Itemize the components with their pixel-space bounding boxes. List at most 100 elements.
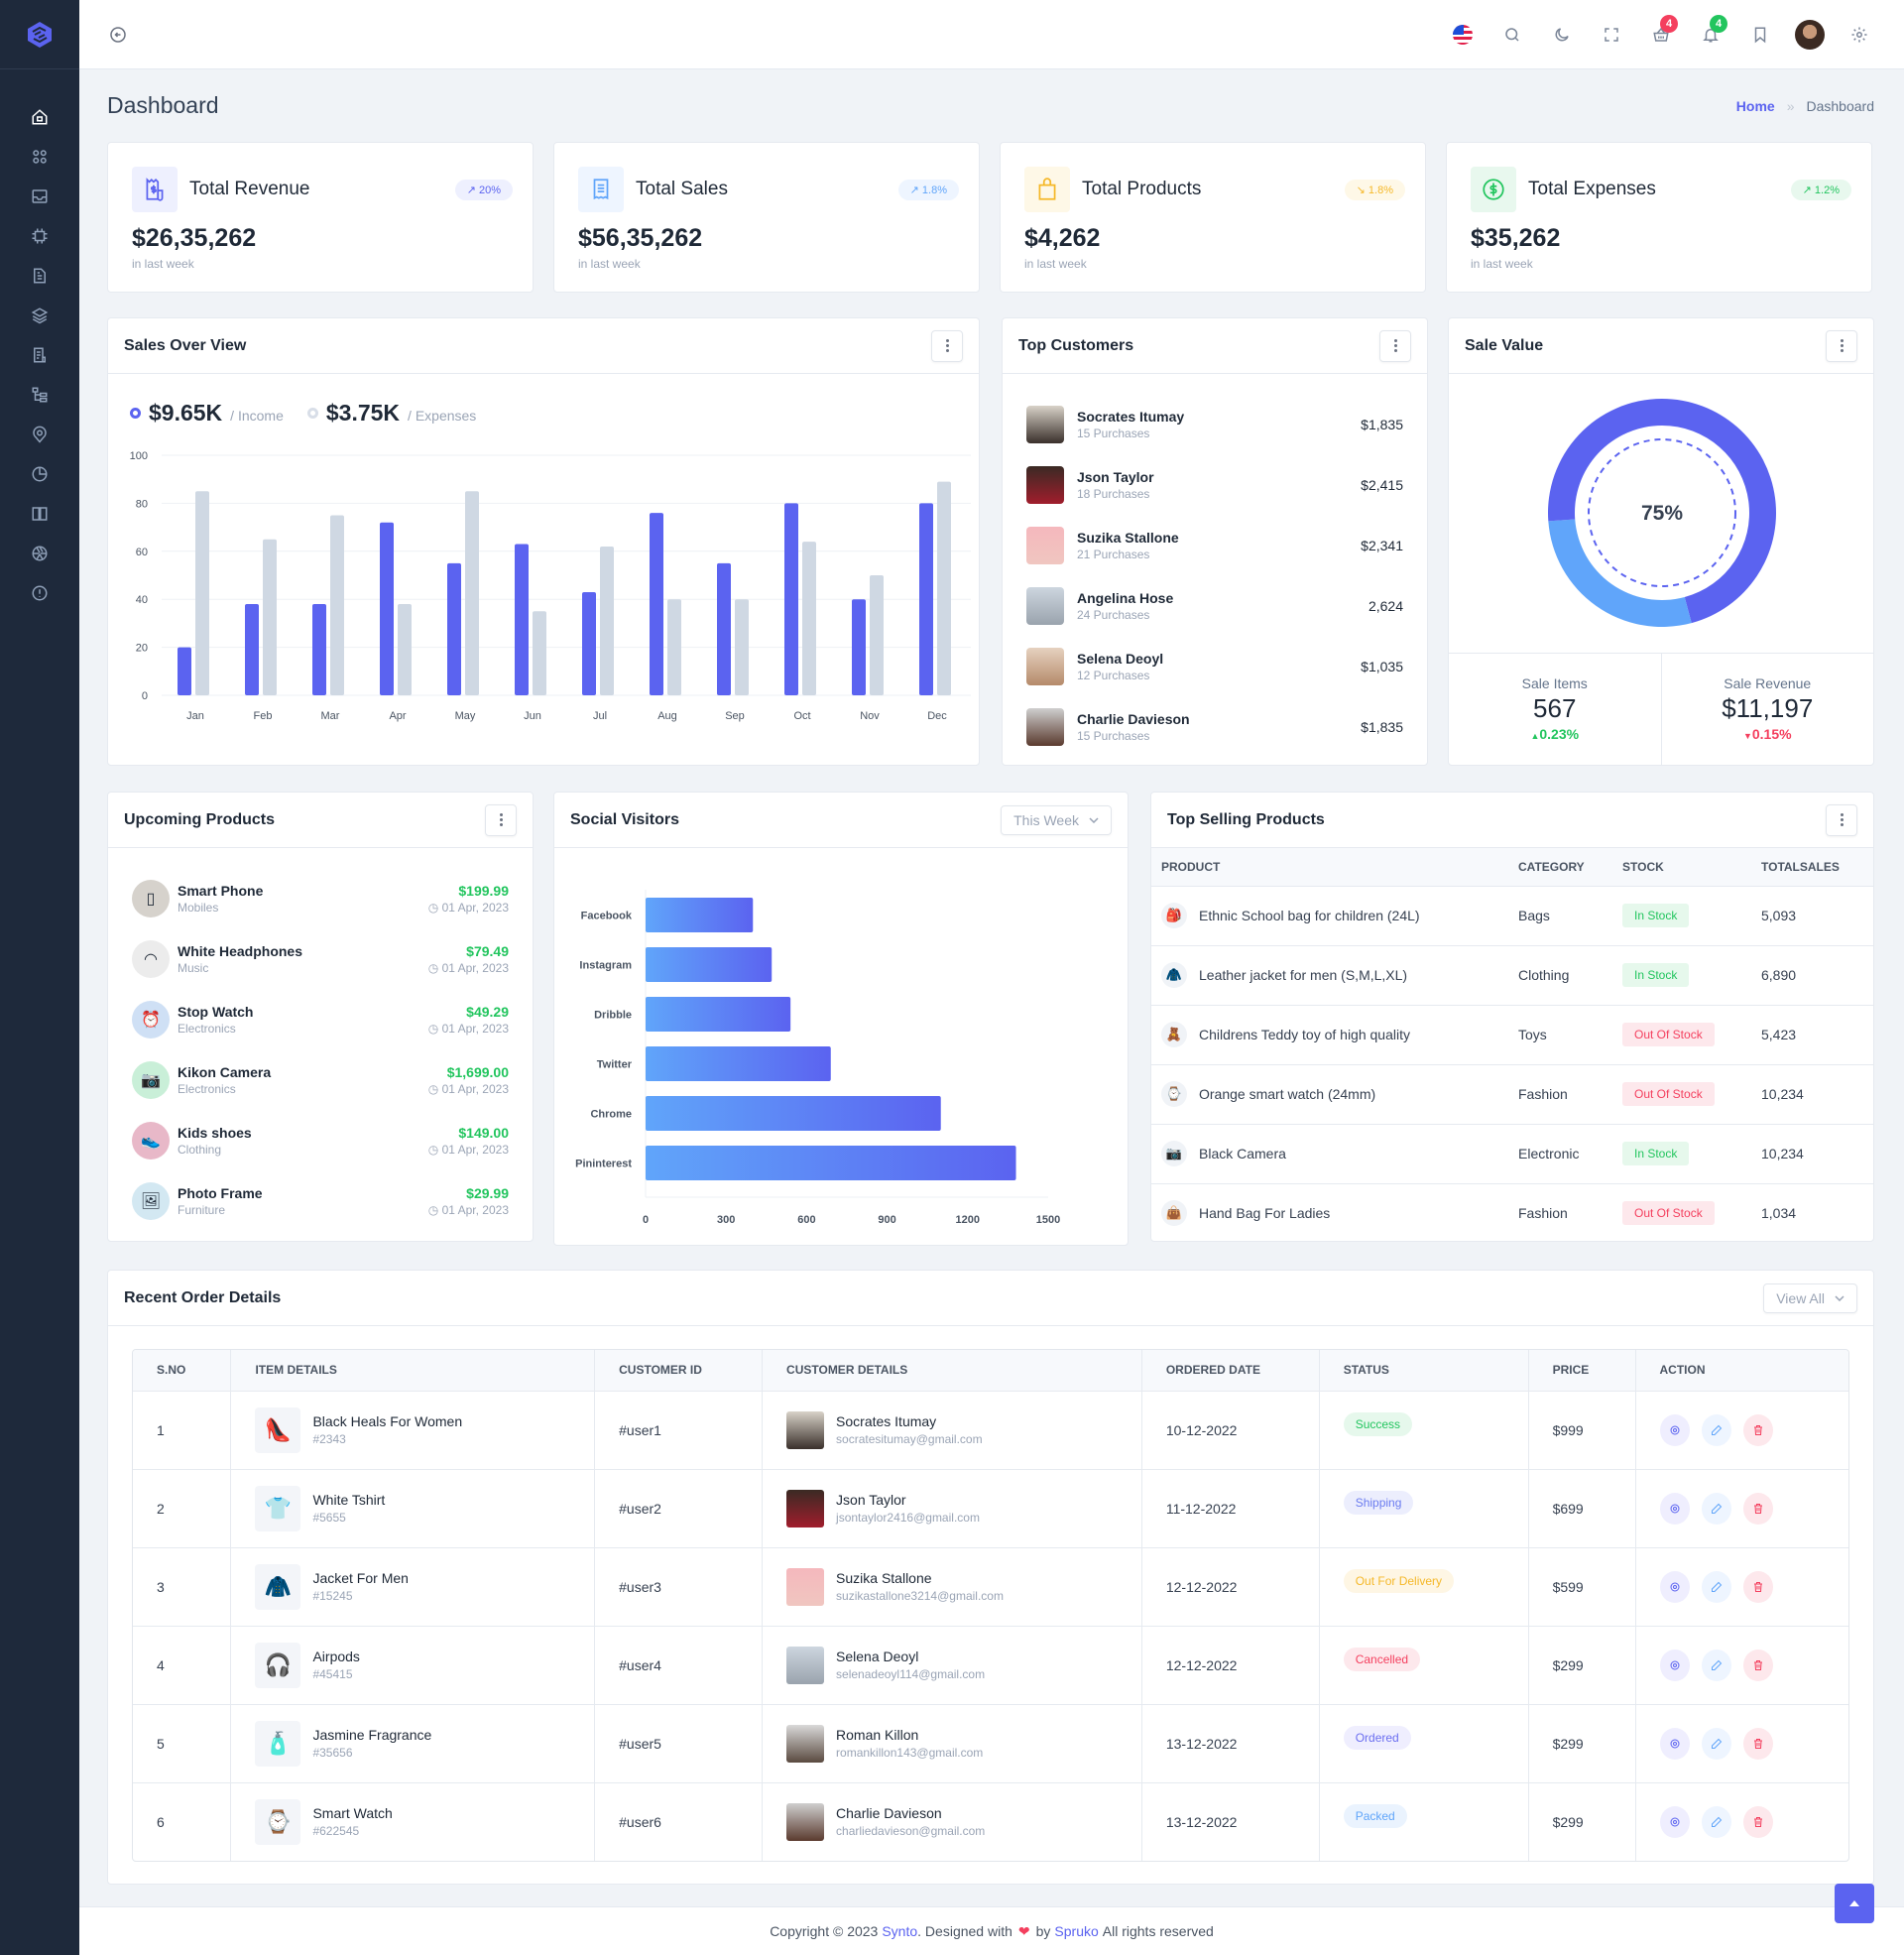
delete-button[interactable] xyxy=(1742,1805,1773,1838)
more-options-button[interactable] xyxy=(1826,329,1857,362)
x-tick-label: Jul xyxy=(593,710,607,722)
delete-button[interactable] xyxy=(1742,1570,1773,1603)
company-link[interactable]: Spruko xyxy=(1054,1923,1098,1939)
upcoming-product-item[interactable]: 👟 Kids shoes Clothing $149.00 ◷ 01 Apr, 2023 xyxy=(132,1110,509,1170)
view-button[interactable] xyxy=(1659,1413,1690,1446)
edit-button[interactable] xyxy=(1701,1649,1731,1681)
sidebar-item-layers[interactable] xyxy=(20,298,60,337)
sidebar-item-pie-chart[interactable] xyxy=(20,456,60,496)
period-dropdown[interactable]: This Week xyxy=(1001,804,1112,835)
stat-change-badge: ↘ 1.8% xyxy=(1344,179,1405,200)
customer-id[interactable]: #user2 xyxy=(594,1469,764,1548)
y-tick-label: 40 xyxy=(136,594,148,606)
view-button[interactable] xyxy=(1659,1727,1690,1760)
recent-orders-card: Recent Order Details View All S.NO ITEM D… xyxy=(107,1270,1874,1885)
customer-item[interactable]: Angelina Hose 24 Purchases 2,624 xyxy=(1026,575,1403,636)
customer-item[interactable]: Charlie Davieson 15 Purchases $1,835 xyxy=(1026,696,1403,757)
sidebar-item-hierarchy[interactable] xyxy=(20,377,60,417)
brand-link[interactable]: Synto xyxy=(882,1923,917,1939)
stat-label: Total Products xyxy=(1082,179,1202,199)
donut-segment-sale-revenue xyxy=(1548,519,1692,627)
edit-button[interactable] xyxy=(1701,1413,1731,1446)
price: $599 xyxy=(1528,1547,1636,1627)
customer-item[interactable]: Socrates Itumay 15 Purchases $1,835 xyxy=(1026,394,1403,454)
sidebar-item-alert-circle[interactable] xyxy=(20,575,60,615)
upcoming-product-item[interactable]: ▯ Smart Phone Mobiles $199.99 ◷ 01 Apr, 2023 xyxy=(132,868,509,928)
sidebar-toggle-button[interactable] xyxy=(104,21,132,49)
view-button[interactable] xyxy=(1659,1570,1690,1603)
sidebar-item-file[interactable] xyxy=(20,258,60,298)
total-sales: 5,093 xyxy=(1751,886,1873,946)
upcoming-product-item[interactable]: 🖼 Photo Frame Furniture $29.99 ◷ 01 Apr, 202… xyxy=(132,1170,509,1231)
customer-id[interactable]: #user4 xyxy=(594,1626,764,1705)
sidebar-item-chip[interactable] xyxy=(20,218,60,258)
upcoming-product-item[interactable]: ◠ White Headphones Music $79.49 ◷ 01 Apr, 20… xyxy=(132,928,509,989)
table-row[interactable]: 📷 Black Camera Electronic In Stock 10,234 xyxy=(1151,1124,1873,1184)
customer-item[interactable]: Suzika Stallone 21 Purchases $2,341 xyxy=(1026,515,1403,575)
sidebar-item-book[interactable] xyxy=(20,496,60,536)
upcoming-product-item[interactable]: 📷 Kikon Camera Electronics $1,699.00 ◷ 01 Ap… xyxy=(132,1049,509,1110)
product-thumbnail: 📷 xyxy=(1161,1141,1187,1166)
settings-button[interactable] xyxy=(1835,15,1884,55)
more-options-button[interactable] xyxy=(931,329,963,362)
edit-button[interactable] xyxy=(1701,1805,1731,1838)
sidebar-item-map-pin-user[interactable] xyxy=(20,417,60,456)
view-all-dropdown[interactable]: View All xyxy=(1763,1283,1857,1313)
language-button[interactable] xyxy=(1438,15,1488,55)
edit-button[interactable] xyxy=(1701,1727,1731,1760)
brand-logo[interactable] xyxy=(0,0,79,69)
customer-id[interactable]: #user1 xyxy=(594,1391,764,1470)
product-date: ◷ 01 Apr, 2023 xyxy=(428,1143,509,1157)
profile-button[interactable] xyxy=(1785,15,1835,55)
customer-item[interactable]: Selena Deoyl 12 Purchases $1,035 xyxy=(1026,636,1403,696)
table-row[interactable]: 🧥 Leather jacket for men (S,M,L,XL) Clothi… xyxy=(1151,945,1873,1006)
delete-button[interactable] xyxy=(1742,1413,1773,1446)
fullscreen-button[interactable] xyxy=(1587,15,1636,55)
table-row[interactable]: 🧸 Childrens Teddy toy of high quality Toys… xyxy=(1151,1005,1873,1065)
delete-button[interactable] xyxy=(1742,1649,1773,1681)
sidebar-item-apps[interactable] xyxy=(20,139,60,179)
product-category: Bags xyxy=(1508,886,1612,946)
gear-icon xyxy=(1851,27,1867,42)
table-row[interactable]: ⌚ Orange smart watch (24mm) Fashion Out Of … xyxy=(1151,1064,1873,1125)
bookmark-button[interactable] xyxy=(1735,15,1785,55)
upcoming-product-item[interactable]: ⏰ Stop Watch Electronics $49.29 ◷ 01 Apr, 20… xyxy=(132,989,509,1049)
customer-id[interactable]: #user6 xyxy=(594,1782,764,1861)
more-options-button[interactable] xyxy=(1379,329,1411,362)
product-name: Kikon Camera xyxy=(178,1063,272,1080)
table-row[interactable]: 🎒 Ethnic School bag for children (24L) Bag… xyxy=(1151,886,1873,946)
stat-value: $4,262 xyxy=(1024,224,1101,252)
customer-avatar xyxy=(1026,526,1064,564)
sidebar-item-receipt[interactable] xyxy=(20,337,60,377)
cart-button[interactable]: 4 xyxy=(1636,14,1686,55)
more-options-button[interactable] xyxy=(1826,803,1857,836)
customer-id[interactable]: #user3 xyxy=(594,1547,764,1627)
sale-revenue-change-value: 0.15% xyxy=(1751,726,1792,742)
more-options-button[interactable] xyxy=(485,803,517,836)
delete-button[interactable] xyxy=(1742,1492,1773,1525)
shopping-bag-icon xyxy=(1024,167,1070,212)
bookmark-icon xyxy=(1754,27,1766,43)
view-button[interactable] xyxy=(1659,1805,1690,1838)
breadcrumb-home-link[interactable]: Home xyxy=(1736,98,1775,114)
sidebar-item-inbox[interactable] xyxy=(20,179,60,218)
search-button[interactable] xyxy=(1488,15,1537,55)
view-button[interactable] xyxy=(1659,1492,1690,1525)
sidebar-item-home[interactable] xyxy=(20,99,60,139)
customer-item[interactable]: Json Taylor 18 Purchases $2,415 xyxy=(1026,454,1403,515)
expenses-legend-dot xyxy=(306,408,318,419)
delete-button[interactable] xyxy=(1742,1727,1773,1760)
view-button[interactable] xyxy=(1659,1649,1690,1681)
customer-id[interactable]: #user5 xyxy=(594,1704,764,1783)
dark-mode-toggle[interactable] xyxy=(1537,15,1587,55)
edit-button[interactable] xyxy=(1701,1570,1731,1603)
scroll-to-top-button[interactable] xyxy=(1835,1884,1874,1923)
alert-circle-icon xyxy=(31,584,49,607)
notifications-button[interactable]: 4 xyxy=(1686,14,1735,55)
pencil-icon xyxy=(1711,1503,1722,1514)
edit-button[interactable] xyxy=(1701,1492,1731,1525)
column-header: ITEM DETAILS xyxy=(230,1350,596,1392)
sidebar-item-aperture[interactable] xyxy=(20,536,60,575)
stat-subtext: in last week xyxy=(1471,257,1533,271)
table-row[interactable]: 👜 Hand Bag For Ladies Fashion Out Of Stock 1… xyxy=(1151,1183,1873,1241)
